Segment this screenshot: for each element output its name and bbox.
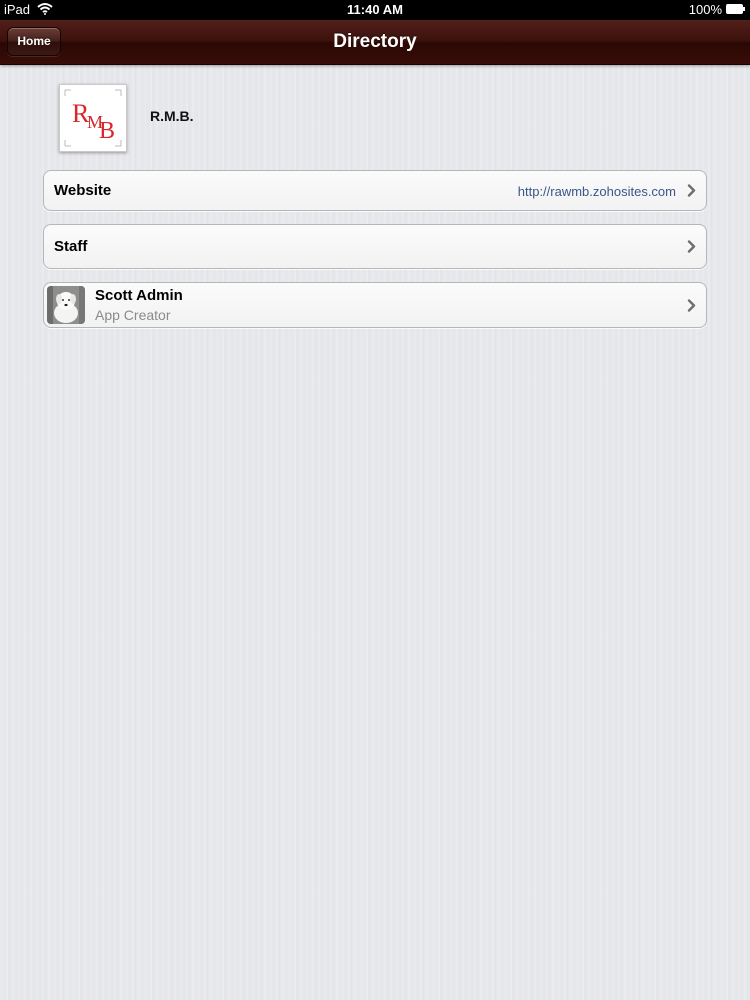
website-label: Website	[54, 182, 112, 199]
navigation-bar: Home Directory	[0, 20, 750, 65]
person-name: Scott Admin	[95, 287, 183, 304]
rmb-logo-icon: R M B	[64, 89, 122, 147]
battery-icon	[726, 4, 745, 14]
status-bar: iPad 11:40 AM 100%	[0, 0, 750, 20]
organization-logo: R M B	[59, 84, 127, 152]
avatar	[47, 286, 85, 324]
svg-text:B: B	[99, 118, 115, 144]
status-time: 11:40 AM	[347, 2, 403, 17]
staff-row[interactable]: Staff	[43, 224, 707, 269]
staff-label: Staff	[54, 238, 88, 255]
chevron-right-icon	[687, 240, 696, 253]
dog-photo-icon	[47, 286, 85, 324]
page-title: Directory	[333, 31, 417, 52]
website-row[interactable]: Website http://rawmb.zohosites.com	[43, 170, 707, 211]
website-url[interactable]: http://rawmb.zohosites.com	[518, 184, 676, 199]
chevron-right-icon	[687, 184, 696, 197]
person-role: App Creator	[95, 307, 171, 323]
person-row[interactable]: Scott Admin App Creator	[43, 282, 707, 328]
chevron-right-icon	[687, 299, 696, 312]
organization-name: R.M.B.	[150, 108, 194, 124]
battery-percent: 100%	[688, 2, 722, 17]
